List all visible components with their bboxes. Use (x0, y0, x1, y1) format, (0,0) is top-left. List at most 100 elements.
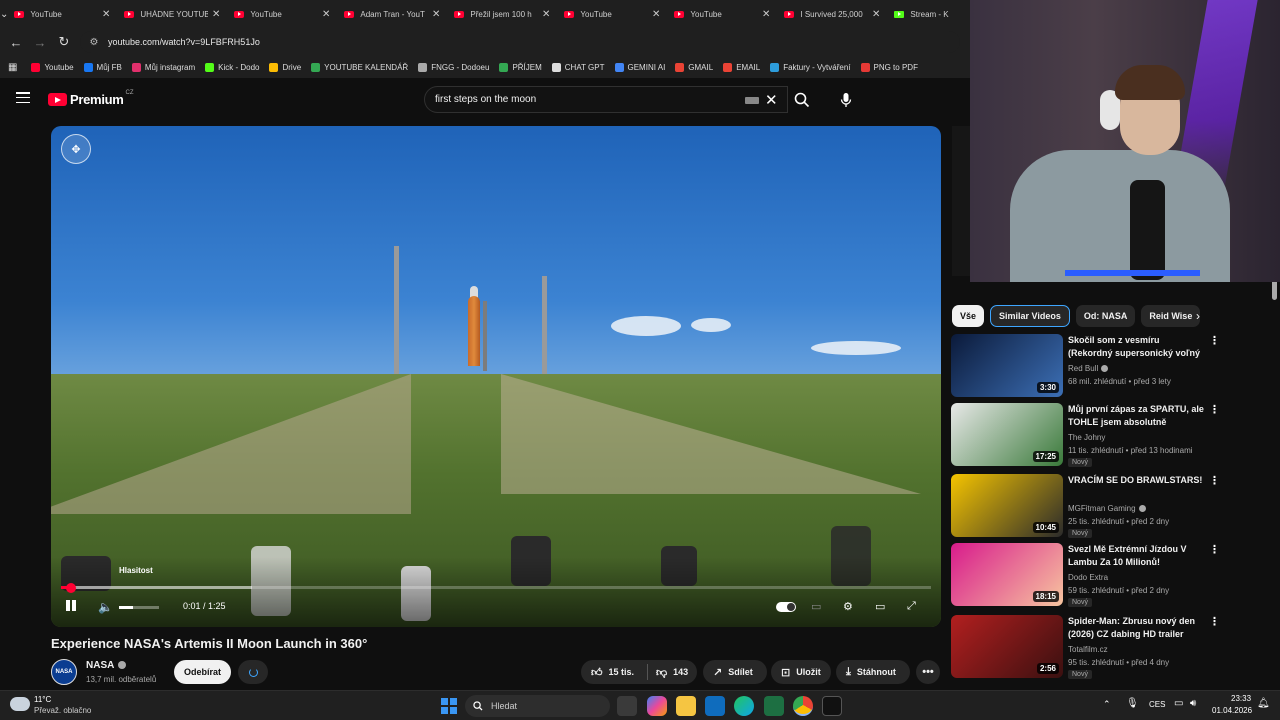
site-info-icon[interactable]: ⚙ (86, 34, 102, 50)
like-button[interactable]: 👍︎ 15 tis. (581, 660, 647, 684)
file-explorer-icon[interactable] (676, 696, 696, 716)
video-thumbnail[interactable]: 3:30 (951, 334, 1063, 397)
browser-tab[interactable]: YouTube ✕ (558, 0, 668, 28)
more-vert-icon[interactable]: ⋮ (1209, 615, 1220, 628)
chevron-right-icon[interactable]: › (1196, 309, 1200, 323)
video-channel[interactable]: The Johny (1068, 433, 1105, 442)
download-button[interactable]: ⤓ Stáhnout (836, 660, 910, 684)
cloud-icon[interactable] (10, 697, 30, 711)
weather-temperature[interactable]: 11°C (34, 695, 51, 704)
notification-bell-button[interactable] (238, 660, 268, 684)
apps-grid-icon[interactable]: ▦ (8, 62, 17, 73)
close-tab-icon[interactable]: ✕ (542, 9, 550, 20)
volume-slider[interactable] (119, 606, 159, 609)
bookmark-item[interactable]: FNGG - Dodoeu (418, 62, 489, 72)
filter-chip[interactable]: Similar Videos (990, 305, 1070, 327)
video-title[interactable]: Skočil som z vesmíru (Rekordný supersoni… (1068, 334, 1206, 361)
browser-tab[interactable]: YouTube ✕ (668, 0, 778, 28)
save-button[interactable]: ⊡ Uložit (771, 660, 831, 684)
bookmark-item[interactable]: EMAIL (723, 62, 760, 72)
video-channel-row[interactable]: Red Bull (1068, 364, 1109, 373)
close-tab-icon[interactable]: ✕ (652, 9, 660, 20)
search-button[interactable] (786, 86, 818, 113)
video-thumbnail[interactable]: 2:56 (951, 615, 1063, 678)
keyboard-icon[interactable] (745, 97, 759, 104)
recommended-video[interactable]: 2:56 Spider-Man: Zbrusu nový den (2026) C… (951, 615, 1221, 679)
subtitles-icon[interactable]: ▭ (811, 600, 821, 613)
tab-search-button[interactable]: ⌄ (0, 0, 8, 28)
reload-icon[interactable]: ↻ (52, 30, 76, 54)
excel-icon[interactable] (764, 696, 784, 716)
filter-chip[interactable]: Reid Wise (1141, 305, 1201, 327)
video-thumbnail[interactable]: 10:45 (951, 474, 1063, 537)
browser-tab[interactable]: I Survived 25,000 ✕ (778, 0, 888, 28)
video-channel-row[interactable]: MGFitman Gaming (1068, 504, 1146, 513)
url-field[interactable]: ⚙ youtube.com/watch?v=9LFBFRH51Jo (80, 31, 960, 53)
bookmark-item[interactable]: Můj FB (83, 62, 122, 72)
bookmark-item[interactable]: Faktury - Vytváření (770, 62, 851, 72)
bookmark-item[interactable]: Youtube (31, 62, 74, 72)
chevron-up-icon[interactable]: ⌃ (1103, 699, 1111, 710)
video-title[interactable]: Svezl Mě Extrémní Jízdou V Lambu Za 10 M… (1068, 543, 1206, 569)
clock-date[interactable]: 01.04.2026 (1212, 706, 1252, 715)
voice-search-button[interactable] (833, 87, 859, 113)
video-title[interactable]: VRACÍM SE DO BRAWLSTARS! (1068, 474, 1206, 487)
browser-tab[interactable]: YouTube ✕ (228, 0, 338, 28)
browser-tab[interactable]: UHÁDNE YOUTUB ✕ (118, 0, 228, 28)
recommended-video[interactable]: 17:25 Můj první zápas za SPARTU, ale TOHL… (951, 403, 1221, 467)
close-tab-icon[interactable]: ✕ (872, 9, 880, 20)
video-player[interactable]: ✥ Hlasitost 🔈 0:01 / 1:25 ▭ ⚙ ▭ ⤢ (51, 126, 941, 627)
more-actions-button[interactable]: ••• (916, 660, 940, 684)
bookmark-item[interactable]: PŘÍJEM (499, 62, 542, 72)
more-vert-icon[interactable]: ⋮ (1209, 543, 1220, 556)
subscribe-button[interactable]: Odebírat (174, 660, 231, 684)
video-title[interactable]: Můj první zápas za SPARTU, ale TOHLE jse… (1068, 403, 1206, 430)
bookmark-item[interactable]: GMAIL (675, 62, 713, 72)
microphone-icon[interactable]: 🎙︎ (1126, 698, 1139, 709)
edge-icon[interactable] (734, 696, 754, 716)
speaker-icon[interactable]: 🔊︎ (1190, 698, 1196, 709)
video-channel-row[interactable]: Totalfilm.cz (1068, 645, 1108, 654)
channel-name[interactable]: NASA (86, 660, 114, 671)
epic-games-icon[interactable] (822, 696, 842, 716)
video-channel[interactable]: MGFitman Gaming (1068, 504, 1136, 513)
clock-time[interactable]: 23:33 (1231, 694, 1251, 703)
search-input[interactable]: first steps on the moon ✕ (424, 86, 788, 113)
taskbar-search-input[interactable]: Hledat (465, 695, 610, 717)
start-button[interactable] (441, 698, 457, 714)
browser-tab[interactable]: YouTube ✕ (8, 0, 118, 28)
bookmark-item[interactable]: YOUTUBE KALENDÁŘ (311, 62, 408, 72)
dislike-button[interactable]: 👎︎ 143 (648, 660, 696, 684)
forward-icon[interactable]: → (28, 30, 52, 54)
more-vert-icon[interactable]: ⋮ (1209, 403, 1220, 416)
theater-mode-icon[interactable]: ▭ (875, 600, 885, 613)
bookmark-item[interactable]: Kick - Dodo (205, 62, 259, 72)
video-thumbnail[interactable]: 18:15 (951, 543, 1063, 606)
filter-chip[interactable]: Vše (952, 305, 985, 327)
360-navigation-icon[interactable]: ✥ (61, 134, 91, 164)
channel-name-row[interactable]: NASA (86, 660, 127, 671)
close-tab-icon[interactable]: ✕ (102, 9, 110, 20)
share-button[interactable]: ↗ Sdílet (703, 660, 767, 684)
progress-scrubber[interactable] (66, 582, 77, 593)
youtube-logo[interactable]: Premium CZ (48, 90, 134, 107)
copilot-icon[interactable] (647, 696, 667, 716)
bookmark-item[interactable]: CHAT GPT (551, 62, 605, 72)
close-tab-icon[interactable]: ✕ (212, 9, 220, 20)
settings-icon[interactable]: ⚙ (843, 600, 853, 613)
close-tab-icon[interactable]: ✕ (432, 9, 440, 20)
recommended-video[interactable]: 3:30 Skočil som z vesmíru (Rekordný super… (951, 334, 1221, 398)
language-indicator[interactable]: CES (1149, 700, 1165, 709)
recommended-video[interactable]: 10:45 VRACÍM SE DO BRAWLSTARS! MGFitman Ga… (951, 474, 1221, 538)
volume-icon[interactable]: 🔈 (98, 600, 113, 614)
bookmark-item[interactable]: Můj instagram (131, 62, 195, 72)
progress-bar[interactable] (61, 582, 931, 593)
close-tab-icon[interactable]: ✕ (322, 9, 330, 20)
browser-tab[interactable]: Přežil jsem 100 h ✕ (448, 0, 558, 28)
video-title[interactable]: Spider-Man: Zbrusu nový den (2026) CZ da… (1068, 615, 1206, 641)
more-vert-icon[interactable]: ⋮ (1209, 474, 1220, 487)
close-tab-icon[interactable]: ✕ (762, 9, 770, 20)
pause-button[interactable] (66, 600, 78, 614)
chrome-icon[interactable] (793, 696, 813, 716)
video-channel[interactable]: Dodo Extra (1068, 573, 1108, 582)
